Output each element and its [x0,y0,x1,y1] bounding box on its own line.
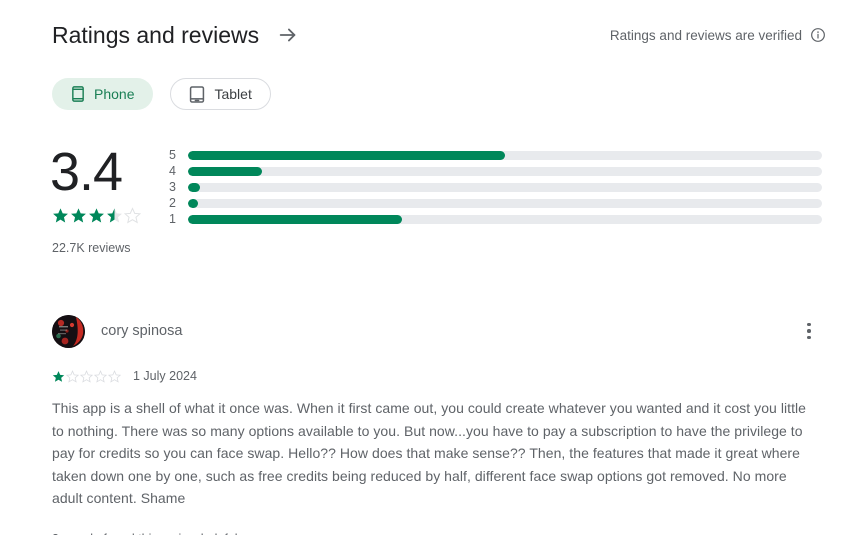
header-left-group: Ratings and reviews [52,20,299,50]
star-full-icon [71,208,86,223]
review-text: This app is a shell of what it once was.… [52,400,807,506]
verified-notice: Ratings and reviews are verified [610,27,826,43]
histogram-label-1: 1 [169,212,176,226]
review-date: 1 July 2024 [133,369,197,383]
reviewer-name: cory spinosa [101,323,183,339]
chip-tablet[interactable]: Tablet [170,78,271,110]
reviewer-info: cory spinosa [52,314,183,348]
score-block: 3.4 22.7K reviews [50,142,160,255]
review-meta: 1 July 2024 [52,369,822,383]
rating-histogram: 5 4 3 2 1 [160,147,822,227]
histogram-track-1 [188,214,822,224]
histogram-row-4: 4 [160,163,822,179]
histogram-label-4: 4 [169,164,176,178]
ratings-summary: 3.4 22.7K reviews 5 4 3 2 1 [50,142,822,255]
chip-tablet-label: Tablet [214,86,252,102]
chip-phone-label: Phone [94,86,135,102]
phone-icon [71,86,85,102]
device-filter-chips: Phone Tablet [52,78,271,110]
more-vertical-icon[interactable] [797,317,821,345]
average-score: 3.4 [50,142,123,202]
info-circle-icon[interactable] [810,27,826,43]
review-header: cory spinosa [52,314,822,348]
review-item: cory spinosa 1 July 2024 This app is a s… [52,314,822,535]
star-empty-icon [80,369,93,383]
review-star-rating [52,369,121,383]
histogram-track-4 [188,166,822,176]
histogram-fill-1 [188,214,403,224]
star-full-icon [89,208,104,223]
review-count: 22.7K reviews [52,241,131,255]
chip-phone[interactable]: Phone [52,78,154,110]
histogram-row-2: 2 [160,195,822,211]
star-full-icon [52,370,65,382]
section-divider [0,290,850,291]
histogram-fill-4 [188,166,263,176]
star-empty-icon [108,369,121,383]
page-title: Ratings and reviews [52,22,260,48]
verified-label: Ratings and reviews are verified [609,27,802,43]
histogram-fill-5 [188,150,505,160]
star-empty-icon [94,369,107,383]
page-header: Ratings and reviews Ratings and reviews … [52,18,826,52]
histogram-label-5: 5 [169,148,176,162]
ratings-and-reviews-page: Ratings and reviews Ratings and reviews … [0,0,850,535]
histogram-fill-3 [188,182,201,192]
avatar [52,314,85,348]
histogram-label-3: 3 [169,180,176,194]
star-empty-icon [124,207,141,224]
histogram-label-2: 2 [169,196,176,210]
star-empty-icon [66,369,79,383]
histogram-row-3: 3 [160,179,822,195]
review-helpful-count: 3 people found this review helpful [52,532,822,535]
average-star-rating [52,207,160,224]
star-half-icon [107,208,122,223]
star-full-icon [53,208,68,223]
histogram-track-3 [188,182,822,192]
histogram-row-5: 5 [160,147,822,163]
histogram-track-5 [188,150,822,160]
histogram-row-1: 1 [160,211,822,227]
histogram-track-2 [188,198,822,208]
arrow-right-icon[interactable] [277,24,299,46]
tablet-icon [189,85,205,103]
histogram-fill-2 [188,198,199,208]
